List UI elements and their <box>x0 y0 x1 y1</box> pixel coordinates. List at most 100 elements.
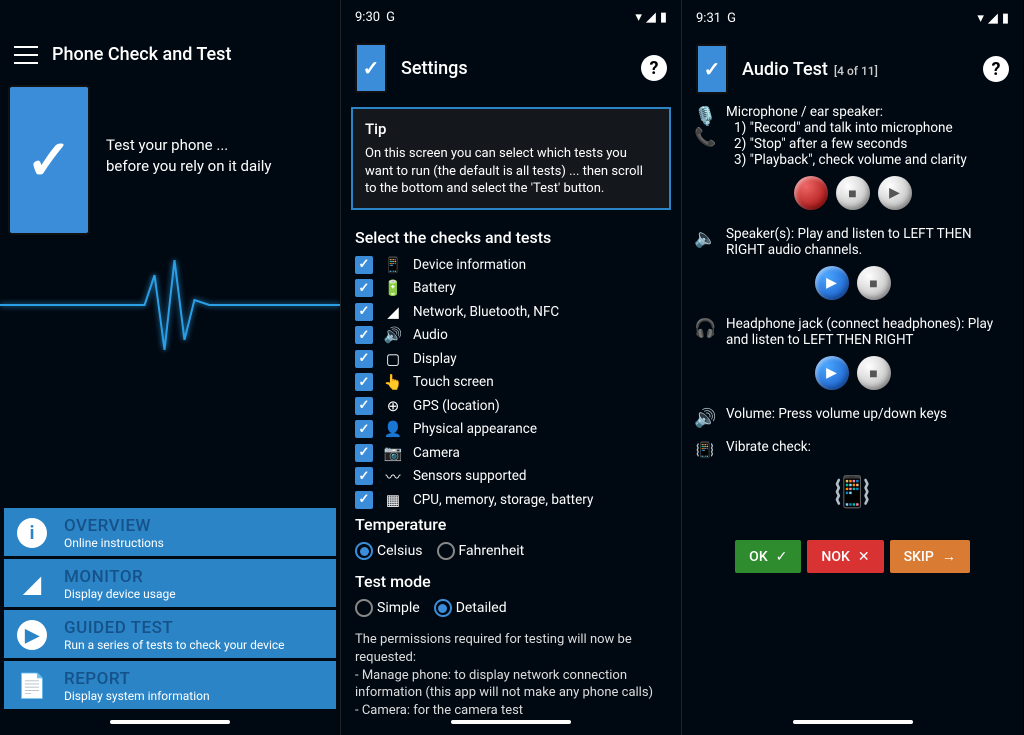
headphone-icon: 🎧 <box>694 316 716 348</box>
item-icon: 🔋 <box>383 279 403 297</box>
check-row[interactable]: 👆Touch screen <box>355 370 667 394</box>
vibrate-instructions: Vibrate check: <box>726 439 811 459</box>
menu-guided-test[interactable]: ▶ GUIDED TESTRun a series of tests to ch… <box>4 610 336 658</box>
check-row[interactable]: ◢Network, Bluetooth, NFC <box>355 300 667 324</box>
info-icon: i <box>14 515 50 551</box>
hero-text: Test your phone ... before you rely on i… <box>106 85 272 235</box>
item-icon: 🔊 <box>383 326 403 344</box>
check-row[interactable]: 〰 Sensors supported <box>355 464 667 488</box>
item-icon: ⊕ <box>383 397 403 415</box>
select-heading: Select the checks and tests <box>341 224 681 253</box>
menu-report[interactable]: 📄 REPORTDisplay system information <box>4 661 336 709</box>
volume-instructions: Volume: Press volume up/down keys <box>726 406 947 429</box>
checkbox-icon <box>355 444 373 462</box>
menu-monitor[interactable]: ◢ MONITORDisplay device usage <box>4 559 336 607</box>
wifi-icon: ▾ <box>635 10 642 25</box>
checkbox-icon <box>355 303 373 321</box>
check-label: CPU, memory, storage, battery <box>413 492 593 508</box>
item-icon: 📱 <box>383 256 403 274</box>
radio-fahrenheit[interactable]: Fahrenheit <box>437 542 525 560</box>
checkbox-icon <box>355 256 373 274</box>
playback-button[interactable]: ▶ <box>878 176 912 210</box>
test-position: [4 of 11] <box>834 64 878 78</box>
item-icon: 📷 <box>383 444 403 462</box>
check-row[interactable]: 👤Physical appearance <box>355 417 667 441</box>
item-icon: ◢ <box>383 303 403 321</box>
volume-icon: 🔊 <box>694 406 716 429</box>
checkbox-icon <box>355 279 373 297</box>
headphone-instructions: Headphone jack (connect headphones): Pla… <box>726 316 1011 348</box>
home-panel: Phone Check and Test Test your phone ...… <box>0 0 341 735</box>
status-bar: 9:31G ▾◢▮ <box>682 0 1023 30</box>
checkbox-icon <box>355 397 373 415</box>
check-row[interactable]: ▢ Display <box>355 347 667 371</box>
app-title: Phone Check and Test <box>52 44 231 65</box>
check-label: Battery <box>413 280 456 296</box>
checkbox-icon <box>355 467 373 485</box>
checkbox-icon <box>355 350 373 368</box>
settings-panel: 9:30G ▾◢▮ Settings ? Tip On this screen … <box>341 0 682 735</box>
battery-icon: ▮ <box>1002 11 1009 26</box>
checkbox-icon <box>355 491 373 509</box>
speaker-stop-button[interactable]: ■ <box>857 266 891 300</box>
radio-simple[interactable]: Simple <box>355 599 420 617</box>
ok-button[interactable]: OK✓ <box>735 540 801 573</box>
headphone-stop-button[interactable]: ■ <box>857 356 891 390</box>
permissions-text: The permissions required for testing wil… <box>341 625 681 719</box>
menu-icon[interactable] <box>14 46 38 64</box>
close-icon: ✕ <box>858 549 870 565</box>
check-label: Touch screen <box>413 374 494 390</box>
nav-bar[interactable] <box>682 719 1023 735</box>
check-row[interactable]: ⊕ GPS (location) <box>355 394 667 418</box>
check-label: GPS (location) <box>413 398 500 414</box>
check-row[interactable]: 📱 Device information <box>355 253 667 277</box>
google-icon: G <box>386 10 395 25</box>
speaker-instructions: Speaker(s): Play and listen to LEFT THEN… <box>726 226 1011 258</box>
stop-button[interactable]: ■ <box>836 176 870 210</box>
radio-celsius[interactable]: Celsius <box>355 542 423 560</box>
app-logo-icon <box>355 43 387 93</box>
google-icon: G <box>727 11 736 26</box>
check-label: Display <box>413 351 457 367</box>
check-label: Sensors supported <box>413 468 527 484</box>
vibrate-icon: 📳 <box>694 439 716 459</box>
arrow-right-icon: → <box>942 548 956 565</box>
nok-button[interactable]: NOK✕ <box>807 540 883 573</box>
help-icon[interactable]: ? <box>641 55 667 81</box>
speaker-icon: 🔈 <box>694 226 716 258</box>
record-button[interactable] <box>794 176 828 210</box>
menu-overview[interactable]: i OVERVIEWOnline instructions <box>4 508 336 556</box>
check-icon: ✓ <box>776 549 788 565</box>
skip-button[interactable]: SKIP→ <box>890 540 970 573</box>
check-row[interactable]: 📷Camera <box>355 441 667 465</box>
nav-bar[interactable] <box>0 719 340 735</box>
checkbox-icon <box>355 420 373 438</box>
page-title: Settings <box>401 58 468 79</box>
signal-icon: ◢ <box>646 10 656 25</box>
ecg-graphic <box>0 245 340 365</box>
check-row[interactable]: ▦CPU, memory, storage, battery <box>355 488 667 512</box>
mic-icon: 🎙️📞 <box>694 104 716 168</box>
page-title: Audio Test[4 of 11] <box>742 59 878 80</box>
status-bar <box>0 0 340 30</box>
checkbox-icon <box>355 373 373 391</box>
audio-test-panel: 9:31G ▾◢▮ Audio Test[4 of 11] ? 🎙️📞 Micr… <box>682 0 1023 735</box>
check-row[interactable]: 🔊Audio <box>355 323 667 347</box>
item-icon: ▢ <box>383 350 403 368</box>
signal-icon: ◢ <box>988 11 998 26</box>
check-row[interactable]: 🔋 Battery <box>355 276 667 300</box>
app-logo-icon <box>8 85 90 235</box>
status-bar: 9:30G ▾◢▮ <box>341 0 681 29</box>
check-label: Physical appearance <box>413 421 537 437</box>
item-icon: 〰 <box>383 466 403 487</box>
test-mode-heading: Test mode <box>341 568 681 597</box>
help-icon[interactable]: ? <box>983 56 1009 82</box>
checkbox-icon <box>355 326 373 344</box>
nav-bar[interactable] <box>341 719 681 735</box>
speaker-play-button[interactable]: ▶ <box>815 266 849 300</box>
check-label: Device information <box>413 257 526 273</box>
wifi-icon: ▾ <box>977 11 984 26</box>
mic-instructions: Microphone / ear speaker: 1) "Record" an… <box>726 104 967 168</box>
radio-detailed[interactable]: Detailed <box>434 599 507 617</box>
headphone-play-button[interactable]: ▶ <box>815 356 849 390</box>
